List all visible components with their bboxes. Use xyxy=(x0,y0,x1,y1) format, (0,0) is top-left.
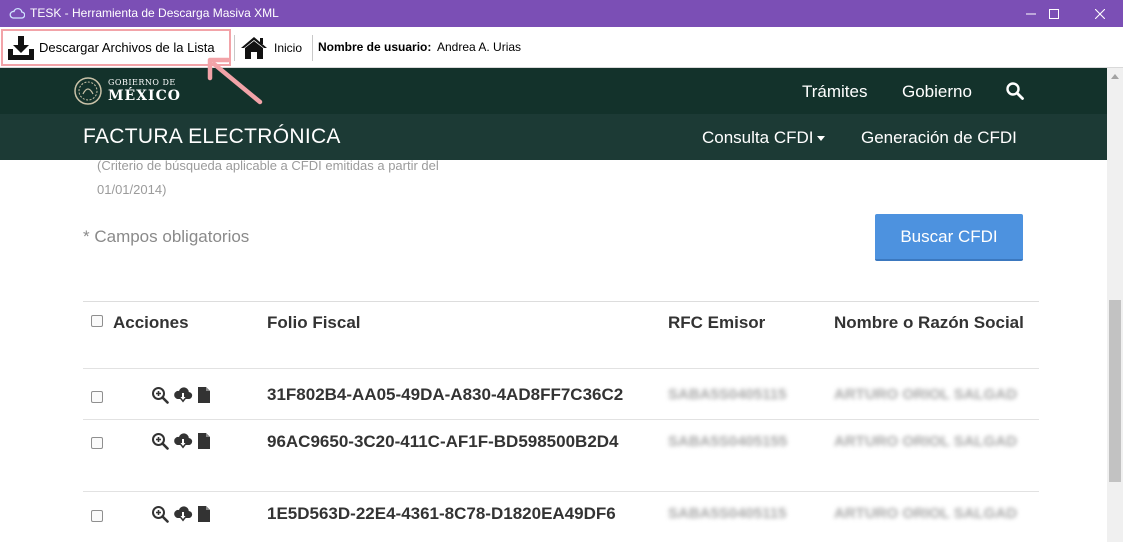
cloud-download-icon[interactable] xyxy=(173,432,193,450)
header-acciones: Acciones xyxy=(113,313,189,332)
logo-text-big: MÉXICO xyxy=(108,88,181,104)
download-list-button[interactable]: Descargar Archivos de la Lista xyxy=(1,29,231,66)
maximize-button[interactable] xyxy=(1031,0,1077,27)
row-divider xyxy=(83,368,1039,369)
maximize-icon xyxy=(1049,8,1059,19)
scrollbar-thumb[interactable] xyxy=(1109,300,1121,482)
cloud-app-icon xyxy=(9,7,25,19)
view-details-icon[interactable] xyxy=(151,432,169,450)
row-nombre: ARTURO ORIOL SALGAD xyxy=(834,386,1018,403)
download-list-label: Descargar Archivos de la Lista xyxy=(39,40,215,55)
window-titlebar: TESK - Herramienta de Descarga Masiva XM… xyxy=(0,0,1123,27)
row-rfc-emisor: SABA5S0405115 xyxy=(668,386,787,403)
document-icon[interactable] xyxy=(197,386,211,404)
row-checkbox[interactable] xyxy=(91,391,103,403)
row-actions xyxy=(151,432,215,450)
home-button[interactable]: Inicio xyxy=(240,35,302,61)
user-name-label: Nombre de usuario: xyxy=(318,40,432,54)
nav-tramites[interactable]: Trámites xyxy=(802,82,868,102)
national-seal-icon xyxy=(74,77,102,105)
toolbar-divider xyxy=(312,35,313,61)
view-details-icon[interactable] xyxy=(151,505,169,523)
app-toolbar: Descargar Archivos de la Lista Inicio No… xyxy=(0,27,1123,68)
row-nombre: ARTURO ORIOL SALGAD xyxy=(834,433,1018,450)
table-top-border xyxy=(83,301,1039,302)
row-folio-fiscal: 96AC9650-3C20-411C-AF1F-BD598500B2D4 xyxy=(267,432,619,451)
select-all-checkbox[interactable] xyxy=(91,315,103,327)
nav-gobierno[interactable]: Gobierno xyxy=(902,82,972,102)
view-details-icon[interactable] xyxy=(151,386,169,404)
user-name-value: Andrea A. Urias xyxy=(437,40,522,54)
home-icon xyxy=(241,37,267,59)
document-icon[interactable] xyxy=(197,432,211,450)
criteria-note-line-2: 01/01/2014) xyxy=(97,182,167,197)
factura-electronica-navbar: FACTURA ELECTRÓNICA Consulta CFDI Genera… xyxy=(0,114,1107,160)
row-rfc-emisor: SABA5S0405155 xyxy=(668,433,788,450)
scroll-up-arrow-icon[interactable] xyxy=(1111,74,1119,79)
row-folio-fiscal: 1E5D563D-22E4-4361-8C78-D1820EA49DF6 xyxy=(267,504,616,523)
nav-consulta-cfdi[interactable]: Consulta CFDI xyxy=(702,128,826,148)
window-title: TESK - Herramienta de Descarga Masiva XM… xyxy=(30,6,279,20)
download-tray-icon xyxy=(8,35,34,60)
header-nombre-razon-social: Nombre o Razón Social xyxy=(834,313,1024,332)
document-icon[interactable] xyxy=(197,505,211,523)
row-divider xyxy=(83,491,1039,492)
gobierno-logo[interactable]: GOBIERNO DE MÉXICO xyxy=(73,76,181,106)
row-actions xyxy=(151,505,215,523)
home-label: Inicio xyxy=(274,41,303,55)
buscar-cfdi-button[interactable]: Buscar CFDI xyxy=(875,214,1023,261)
vertical-scrollbar[interactable] xyxy=(1107,68,1123,542)
header-folio-fiscal: Folio Fiscal xyxy=(267,313,361,332)
cloud-download-icon[interactable] xyxy=(173,505,193,523)
logo-text-small: GOBIERNO DE xyxy=(108,78,176,87)
criteria-note: (Criterio de búsqueda aplicable a CFDI e… xyxy=(97,160,477,202)
close-button[interactable] xyxy=(1077,0,1123,27)
required-fields-note: * Campos obligatorios xyxy=(83,227,250,246)
search-icon[interactable] xyxy=(1005,81,1025,101)
header-rfc-emisor: RFC Emisor xyxy=(668,313,766,332)
cloud-download-icon[interactable] xyxy=(173,386,193,404)
close-icon xyxy=(1095,8,1105,19)
caret-down-icon xyxy=(817,136,826,142)
gobierno-navbar: GOBIERNO DE MÉXICO Trámites Gobierno xyxy=(0,68,1107,114)
nav-consulta-label: Consulta CFDI xyxy=(702,128,814,147)
criteria-note-line-1: (Criterio de búsqueda aplicable a CFDI e… xyxy=(97,160,439,173)
row-nombre: ARTURO ORIOL SALGAD xyxy=(834,505,1018,522)
toolbar-divider xyxy=(234,35,235,61)
row-checkbox[interactable] xyxy=(91,437,103,449)
row-actions xyxy=(151,386,215,404)
section-title: FACTURA ELECTRÓNICA xyxy=(83,125,341,148)
row-folio-fiscal: 31F802B4-AA05-49DA-A830-4AD8FF7C36C2 xyxy=(267,385,624,404)
row-rfc-emisor: SABA5S0405115 xyxy=(668,505,787,522)
row-checkbox[interactable] xyxy=(91,510,103,522)
row-divider xyxy=(83,419,1039,420)
page-content: (Criterio de búsqueda aplicable a CFDI e… xyxy=(0,160,1107,542)
nav-generacion-cfdi[interactable]: Generación de CFDI xyxy=(861,128,1017,148)
